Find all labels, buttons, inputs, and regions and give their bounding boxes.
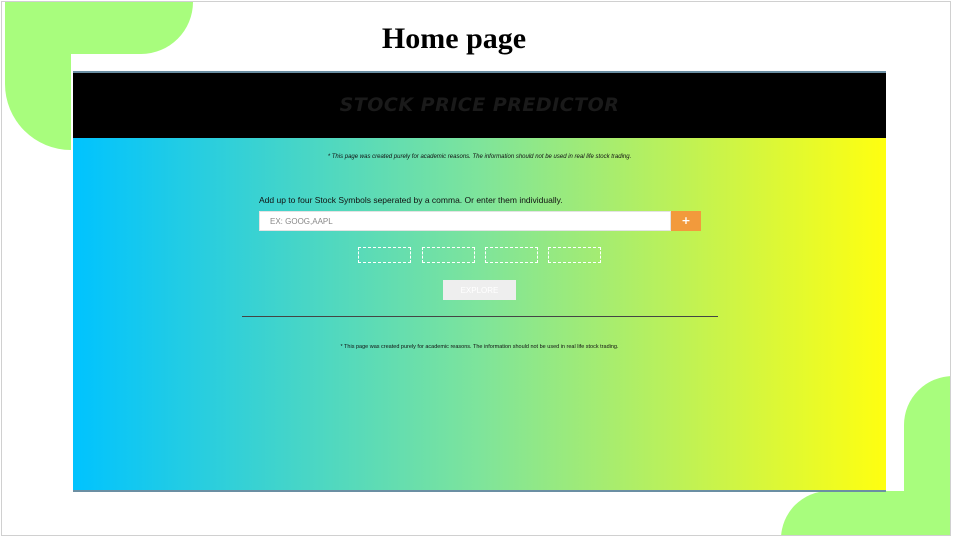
- app-title: STOCK PRICE PREDICTOR: [339, 94, 620, 116]
- plus-icon: +: [681, 214, 691, 227]
- stock-symbol-input[interactable]: [259, 211, 671, 231]
- add-symbol-button[interactable]: +: [671, 211, 701, 231]
- app-body: * This page was created purely for acade…: [73, 138, 886, 490]
- instruction-label: Add up to four Stock Symbols seperated b…: [259, 195, 563, 205]
- decorative-shape-bottom-right-tail: [781, 491, 950, 535]
- symbol-slot-2[interactable]: [422, 247, 475, 263]
- symbol-slot-4[interactable]: [548, 247, 601, 263]
- symbol-slot-3[interactable]: [485, 247, 538, 263]
- app-screenshot: STOCK PRICE PREDICTOR * This page was cr…: [73, 71, 886, 492]
- slide: Home page STOCK PRICE PREDICTOR * This p…: [1, 1, 951, 536]
- app-header: STOCK PRICE PREDICTOR: [73, 73, 886, 138]
- divider: [242, 316, 718, 317]
- explore-button[interactable]: EXPLORE: [443, 280, 516, 300]
- symbol-slot-1[interactable]: [358, 247, 411, 263]
- disclaimer-top: * This page was created purely for acade…: [327, 154, 632, 160]
- slide-title: Home page: [381, 22, 527, 55]
- disclaimer-bottom: * This page was created purely for acade…: [340, 344, 619, 350]
